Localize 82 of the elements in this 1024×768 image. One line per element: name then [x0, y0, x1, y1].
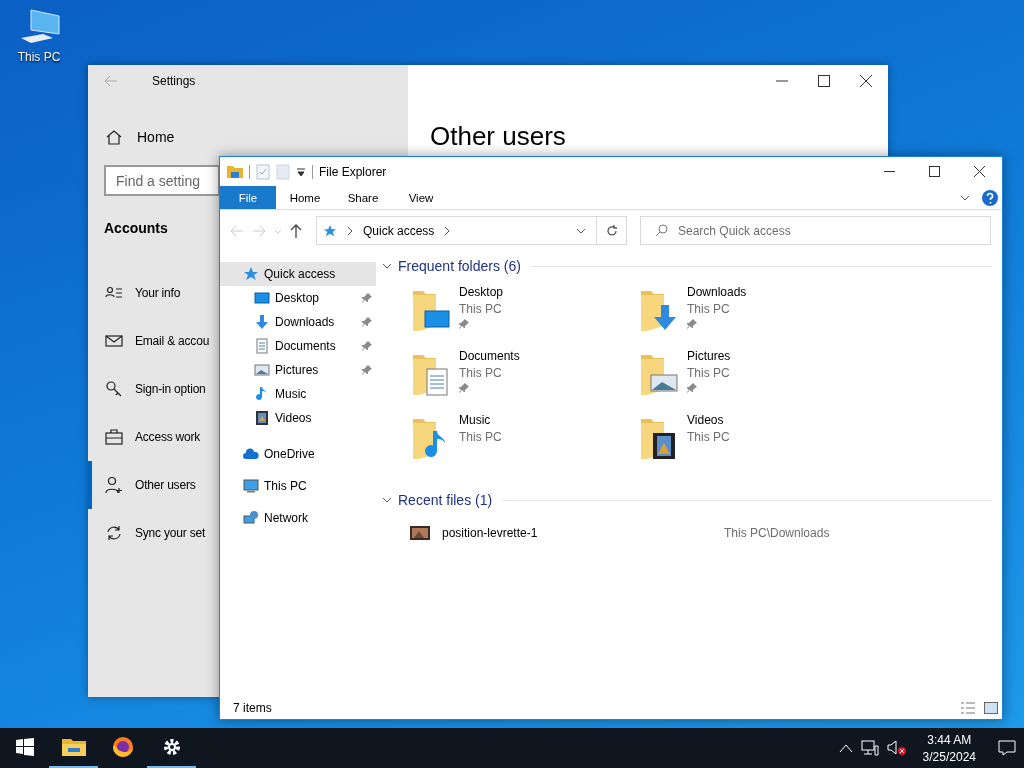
- gear-icon[interactable]: [161, 737, 182, 757]
- settings-nav-item[interactable]: Sync your set: [88, 509, 219, 557]
- windows-logo-icon[interactable]: [15, 738, 34, 756]
- star-icon: [243, 266, 259, 282]
- search-icon: [655, 224, 668, 237]
- document-icon: [254, 338, 270, 354]
- nav-item[interactable]: This PC: [220, 470, 376, 502]
- sync-icon: [105, 524, 123, 542]
- network-icon[interactable]: [860, 740, 879, 756]
- dropdown-icon[interactable]: [296, 166, 306, 177]
- ribbon-tab[interactable]: Share: [334, 186, 392, 209]
- folder-tile[interactable]: Music This PC: [411, 411, 639, 475]
- pin-icon: [362, 317, 372, 327]
- clock[interactable]: 3:44 AM 3/25/2024: [914, 732, 990, 764]
- settings-nav-item[interactable]: Access work: [88, 413, 219, 461]
- cloud-icon: [243, 446, 259, 462]
- film-icon: [254, 410, 270, 426]
- ribbon-tab[interactable]: Home: [276, 186, 334, 209]
- pin-icon: [459, 319, 469, 329]
- nav-item[interactable]: Quick access: [220, 262, 376, 286]
- picture-icon: [254, 362, 270, 378]
- muted-speaker-icon[interactable]: [886, 740, 907, 756]
- maximize-icon[interactable]: [818, 75, 830, 87]
- window-title: Settings: [152, 74, 196, 88]
- mail-icon: [105, 332, 123, 350]
- pin-icon: [362, 365, 372, 375]
- folder-tile[interactable]: Videos This PC: [639, 411, 867, 475]
- ribbon-tab[interactable]: View: [392, 186, 450, 209]
- chevron-up-icon[interactable]: [838, 743, 853, 753]
- folder-tile[interactable]: Documents This PC: [411, 347, 639, 411]
- folder-tile[interactable]: Pictures This PC: [639, 347, 867, 411]
- nav-item[interactable]: Videos: [220, 406, 376, 430]
- refresh-icon[interactable]: [605, 224, 618, 237]
- file-row[interactable]: position-levrette-1 This PC\Downloads: [382, 521, 992, 545]
- chevron-right-icon: [345, 225, 355, 236]
- nav-item[interactable]: Music: [220, 382, 376, 406]
- briefcase-icon: [105, 428, 123, 446]
- nav-item[interactable]: Documents: [220, 334, 376, 358]
- window-title: File Explorer: [319, 164, 387, 179]
- pin-icon: [362, 341, 372, 351]
- nav-item[interactable]: Downloads: [220, 310, 376, 334]
- settings-nav-item[interactable]: Sign-in option: [88, 365, 219, 413]
- pin-icon: [687, 383, 697, 393]
- notification-icon[interactable]: [998, 740, 1016, 756]
- download-arrow-icon: [254, 314, 270, 330]
- network-icon: [243, 510, 259, 526]
- home-link[interactable]: Home: [88, 121, 219, 153]
- close-icon[interactable]: [974, 166, 985, 177]
- star-icon: [323, 223, 337, 238]
- section-heading: Accounts: [104, 220, 168, 236]
- key-icon: [105, 380, 123, 398]
- group-header[interactable]: Recent files (1): [382, 489, 992, 511]
- status-text: 7 items: [233, 700, 272, 715]
- pin-icon: [362, 293, 372, 303]
- browser-icon[interactable]: [111, 736, 134, 758]
- group-header[interactable]: Frequent folders (6): [382, 255, 992, 277]
- search-field[interactable]: Search Quick access: [640, 216, 991, 245]
- home-icon: [105, 128, 123, 146]
- search-field[interactable]: Find a setting: [104, 165, 220, 196]
- desktop-icon: [254, 290, 270, 306]
- nav-item[interactable]: Desktop: [220, 286, 376, 310]
- settings-nav-item[interactable]: Your info: [88, 269, 219, 317]
- help-icon[interactable]: [982, 189, 998, 206]
- add-person-icon: [105, 476, 123, 494]
- monitor-icon: [243, 478, 259, 494]
- maximize-icon[interactable]: [929, 166, 940, 177]
- close-icon[interactable]: [860, 75, 872, 87]
- page-title: Other users: [430, 121, 567, 152]
- settings-nav-item[interactable]: Email & accou: [88, 317, 219, 365]
- folder-icon[interactable]: [61, 737, 86, 757]
- folder-tile[interactable]: Downloads This PC: [639, 283, 867, 347]
- video-file-icon: [410, 526, 430, 540]
- nav-item[interactable]: OneDrive: [220, 438, 376, 470]
- nav-item[interactable]: Network: [220, 502, 376, 534]
- nav-item[interactable]: Pictures: [220, 358, 376, 382]
- folder-tile[interactable]: Desktop This PC: [411, 283, 639, 347]
- pin-icon: [687, 319, 697, 329]
- address-bar[interactable]: Quick access: [316, 216, 627, 245]
- large-icons-view-icon[interactable]: [984, 701, 998, 714]
- icon-label: This PC: [17, 50, 61, 64]
- up-arrow-icon[interactable]: [290, 223, 302, 238]
- pin-icon: [459, 383, 469, 393]
